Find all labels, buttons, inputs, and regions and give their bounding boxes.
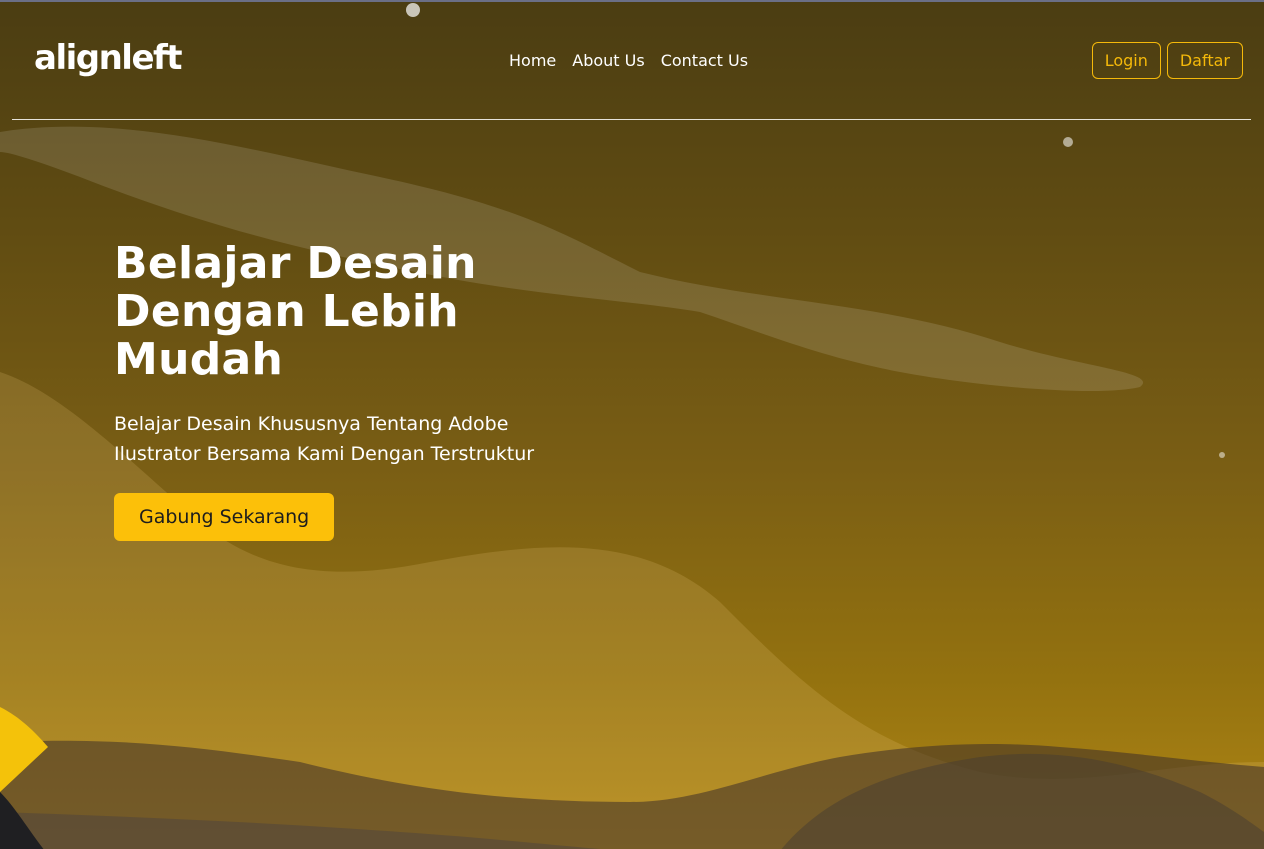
login-button[interactable]: Login — [1091, 42, 1161, 79]
navbar: alignleft Home About Us Contact Us Login… — [12, 2, 1251, 120]
join-now-button[interactable]: Gabung Sekarang — [114, 493, 335, 541]
register-button[interactable]: Daftar — [1166, 42, 1243, 79]
auth-buttons: Login Daftar — [1091, 42, 1243, 79]
hero-section: Belajar Desain Dengan Lebih Mudah Belaja… — [114, 240, 634, 541]
nav-links: Home About Us Contact Us — [509, 50, 748, 72]
background-star — [1219, 452, 1225, 458]
nav-link-home[interactable]: Home — [509, 50, 556, 72]
brand-logo[interactable]: alignleft — [34, 38, 183, 78]
hero-title: Belajar Desain Dengan Lebih Mudah — [114, 238, 477, 385]
hero-subtitle: Belajar Desain Khususnya Tentang Adobe I… — [114, 413, 535, 465]
background-star — [1063, 137, 1073, 147]
landing-page: alignleft Home About Us Contact Us Login… — [0, 0, 1264, 849]
nav-link-about-us[interactable]: About Us — [572, 50, 644, 72]
nav-link-contact-us[interactable]: Contact Us — [661, 50, 748, 72]
